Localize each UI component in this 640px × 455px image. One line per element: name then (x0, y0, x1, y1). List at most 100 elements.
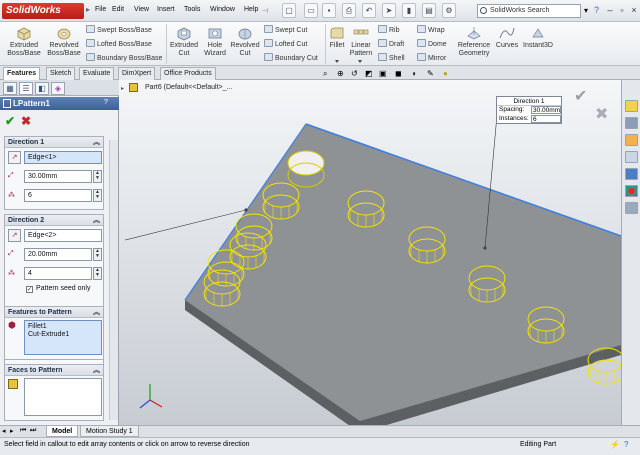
tree-expand-icon[interactable]: ▸ (121, 85, 124, 92)
scene-icon[interactable]: ● (443, 69, 448, 78)
direction1-spacing-input[interactable]: 30.00mm (24, 170, 92, 183)
ok-check-icon[interactable]: ✔ (5, 115, 15, 127)
search-results-icon[interactable] (625, 151, 638, 163)
direction2-edge-field[interactable]: Edge<2> (24, 229, 102, 242)
display-style-icon[interactable]: ◼ (395, 69, 402, 78)
open-folder-icon[interactable]: ▭ (304, 3, 318, 18)
reverse-direction1-icon[interactable]: ↗ (8, 151, 21, 164)
rebuild-icon[interactable]: ▮ (402, 3, 416, 18)
reference-geometry-button[interactable]: Reference Geometry (454, 25, 494, 58)
resources-icon[interactable] (625, 100, 638, 112)
linear-pattern-button[interactable]: Linear Pattern (347, 25, 375, 58)
panel-scrollbar[interactable] (109, 140, 118, 420)
features-list[interactable]: Fillet1 Cut-Extrude1 (24, 320, 102, 355)
fillet-dropdown-icon[interactable] (335, 60, 339, 63)
help-icon[interactable]: ? (594, 5, 599, 15)
shell-button[interactable]: Shell (378, 53, 405, 62)
file-explorer-icon[interactable] (625, 134, 638, 146)
curves-button[interactable]: Curves (494, 25, 520, 50)
scroll-right-icon[interactable]: ▸ (10, 427, 14, 435)
linear-pattern-dropdown-icon[interactable] (358, 60, 362, 63)
wrap-button[interactable]: Wrap (417, 25, 445, 34)
zoom-to-fit-icon[interactable]: ⌕ (323, 69, 327, 79)
reverse-direction2-icon[interactable]: ↗ (8, 229, 21, 242)
swept-cut-button[interactable]: Swept Cut (264, 25, 307, 34)
faces-to-pattern-header[interactable]: Faces to Pattern ︽ (5, 365, 103, 376)
fillet-button[interactable]: Fillet (327, 25, 347, 50)
restore-icon[interactable]: ▫ (616, 5, 628, 17)
list-item[interactable]: Fillet1 (28, 323, 98, 331)
design-library-icon[interactable] (625, 117, 638, 129)
cancel-x-icon[interactable]: ✖ (21, 115, 31, 127)
menu-insert[interactable]: Insert (157, 6, 175, 13)
property-manager-icon[interactable]: ☰ (19, 82, 33, 95)
direction1-header[interactable]: Direction 1 ︽ (5, 137, 103, 148)
menu-edit[interactable]: Edit (112, 6, 124, 13)
pin-icon[interactable]: ⊣ (262, 7, 268, 15)
faces-list[interactable] (24, 378, 102, 416)
section-view-icon[interactable]: ◩ (365, 69, 373, 78)
appearance-manager-icon[interactable]: ◈ (51, 82, 65, 95)
zoom-area-icon[interactable]: ⊕ (337, 69, 344, 78)
save-icon[interactable]: ▪ (322, 3, 336, 18)
direction2-header[interactable]: Direction 2 ︽ (5, 215, 103, 226)
revolved-boss-button[interactable]: Revolved Boss/Base (44, 25, 84, 58)
callout-spacing-field[interactable]: 30.00mm (531, 106, 561, 114)
instances1-spinner[interactable]: ▲ ▼ (93, 189, 102, 202)
direction1-instances-input[interactable]: 6 (24, 189, 92, 202)
logo-arrow-icon[interactable]: ▸ (86, 5, 92, 17)
close-icon[interactable]: × (628, 5, 640, 17)
menu-window[interactable]: Window (210, 6, 235, 13)
instant3d-button[interactable]: Instant3D (521, 25, 555, 50)
spacing2-spinner[interactable]: ▲ ▼ (93, 248, 102, 261)
tab-features[interactable]: Features (3, 67, 41, 80)
edit-appearance-icon[interactable]: ✎ (427, 69, 434, 78)
tab-motion-study-1[interactable]: Motion Study 1 (80, 426, 139, 437)
pattern-seed-only-checkbox[interactable]: ✓ (26, 286, 33, 293)
configuration-manager-icon[interactable]: ◧ (35, 82, 49, 95)
solidworks-logo[interactable]: SolidWorks (2, 3, 84, 19)
menu-tools[interactable]: Tools (184, 6, 200, 13)
view-orientation-icon[interactable]: ▣ (379, 69, 387, 78)
extruded-cut-button[interactable]: Extruded Cut (168, 25, 200, 58)
extruded-boss-button[interactable]: Extruded Boss/Base (4, 25, 44, 58)
tab-model[interactable]: Model (46, 426, 79, 437)
custom-properties-icon[interactable] (625, 202, 638, 214)
list-item[interactable]: Cut-Extrude1 (28, 331, 98, 339)
help-question-icon[interactable]: ? (104, 99, 108, 106)
callout-instances-field[interactable]: 6 (531, 115, 561, 123)
direction1-edge-field[interactable]: Edge<1> (24, 151, 102, 164)
features-to-pattern-header[interactable]: Features to Pattern ︽ (5, 307, 103, 318)
confirm-ok-icon[interactable]: ✔ (574, 86, 587, 106)
options-icon[interactable]: ⚙ (442, 3, 456, 18)
new-document-icon[interactable]: ▢ (282, 3, 296, 18)
graphics-area[interactable]: ▸ (119, 80, 621, 425)
direction2-instances-input[interactable]: 4 (24, 267, 92, 280)
scroll-first-icon[interactable]: ⏮ (20, 427, 26, 435)
scroll-left-icon[interactable]: ◂ (2, 427, 6, 435)
previous-view-icon[interactable]: ↺ (351, 69, 358, 78)
tab-dimxpert[interactable]: DimXpert (118, 67, 156, 80)
feature-manager-icon[interactable]: ▦ (3, 82, 17, 95)
print-icon[interactable]: ⎙ (342, 3, 356, 18)
status-help-icon[interactable]: ? (624, 438, 628, 452)
flyout-tree-part[interactable]: Part6 (Default<<Default>_... (145, 84, 232, 91)
revolved-cut-button[interactable]: Revolved Cut (229, 25, 261, 58)
menu-help[interactable]: Help (244, 6, 258, 13)
tab-evaluate[interactable]: Evaluate (79, 67, 115, 80)
instances2-spinner[interactable]: ▲ ▼ (93, 267, 102, 280)
menu-view[interactable]: View (134, 6, 149, 13)
file-properties-icon[interactable]: ▤ (422, 3, 436, 18)
search-input[interactable]: SolidWorks Search (477, 4, 581, 18)
spacing1-spinner[interactable]: ▲ ▼ (93, 170, 102, 183)
undo-icon[interactable]: ↶ (362, 3, 376, 18)
direction2-spacing-input[interactable]: 20.00mm (24, 248, 92, 261)
boundary-cut-button[interactable]: Boundary Cut (264, 53, 318, 62)
hide-show-icon[interactable]: ◑ (411, 69, 416, 78)
mirror-button[interactable]: Mirror (417, 53, 446, 62)
select-arrow-icon[interactable]: ➤ (382, 3, 396, 18)
lofted-boss-button[interactable]: Lofted Boss/Base (86, 39, 152, 48)
tab-office-products[interactable]: Office Products (160, 67, 216, 80)
view-palette-icon[interactable] (625, 168, 638, 180)
search-dropdown-icon[interactable]: ▾ (584, 6, 588, 15)
